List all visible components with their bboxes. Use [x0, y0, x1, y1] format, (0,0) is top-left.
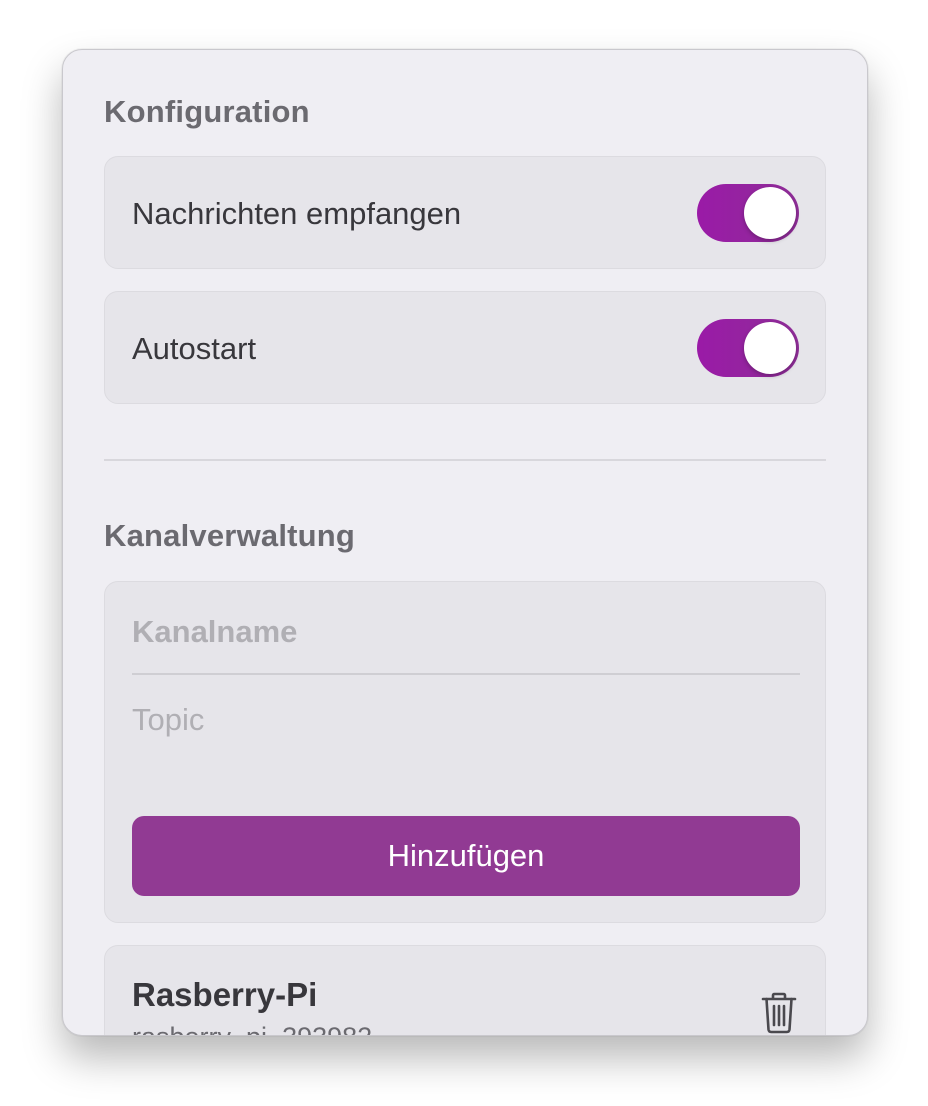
- channel-name: Rasberry-Pi: [132, 976, 318, 1013]
- toggle-knob: [744, 322, 796, 374]
- add-channel-form: Hinzufügen: [104, 581, 826, 923]
- topic-input[interactable]: [132, 698, 800, 742]
- channel-list-item: Rasberry-Pi rasberry_pi_393982: [104, 945, 826, 1035]
- receive-messages-row: Nachrichten empfangen: [104, 156, 826, 269]
- toggle-knob: [744, 187, 796, 239]
- autostart-label: Autostart: [132, 331, 257, 366]
- receive-messages-label: Nachrichten empfangen: [132, 196, 462, 231]
- field-separator: [132, 673, 800, 675]
- settings-window: Konfiguration Nachrichten empfangen Auto…: [62, 49, 868, 1036]
- trash-icon[interactable]: [761, 992, 797, 1034]
- receive-messages-toggle[interactable]: [697, 184, 799, 242]
- channel-topic: rasberry_pi_393982: [132, 1022, 372, 1035]
- section-divider: [104, 459, 826, 461]
- channel-name-input[interactable]: [132, 610, 800, 654]
- autostart-row: Autostart: [104, 291, 826, 404]
- channels-section-title: Kanalverwaltung: [104, 518, 356, 553]
- config-section-title: Konfiguration: [104, 94, 310, 129]
- autostart-toggle[interactable]: [697, 319, 799, 377]
- add-channel-button[interactable]: Hinzufügen: [132, 816, 800, 896]
